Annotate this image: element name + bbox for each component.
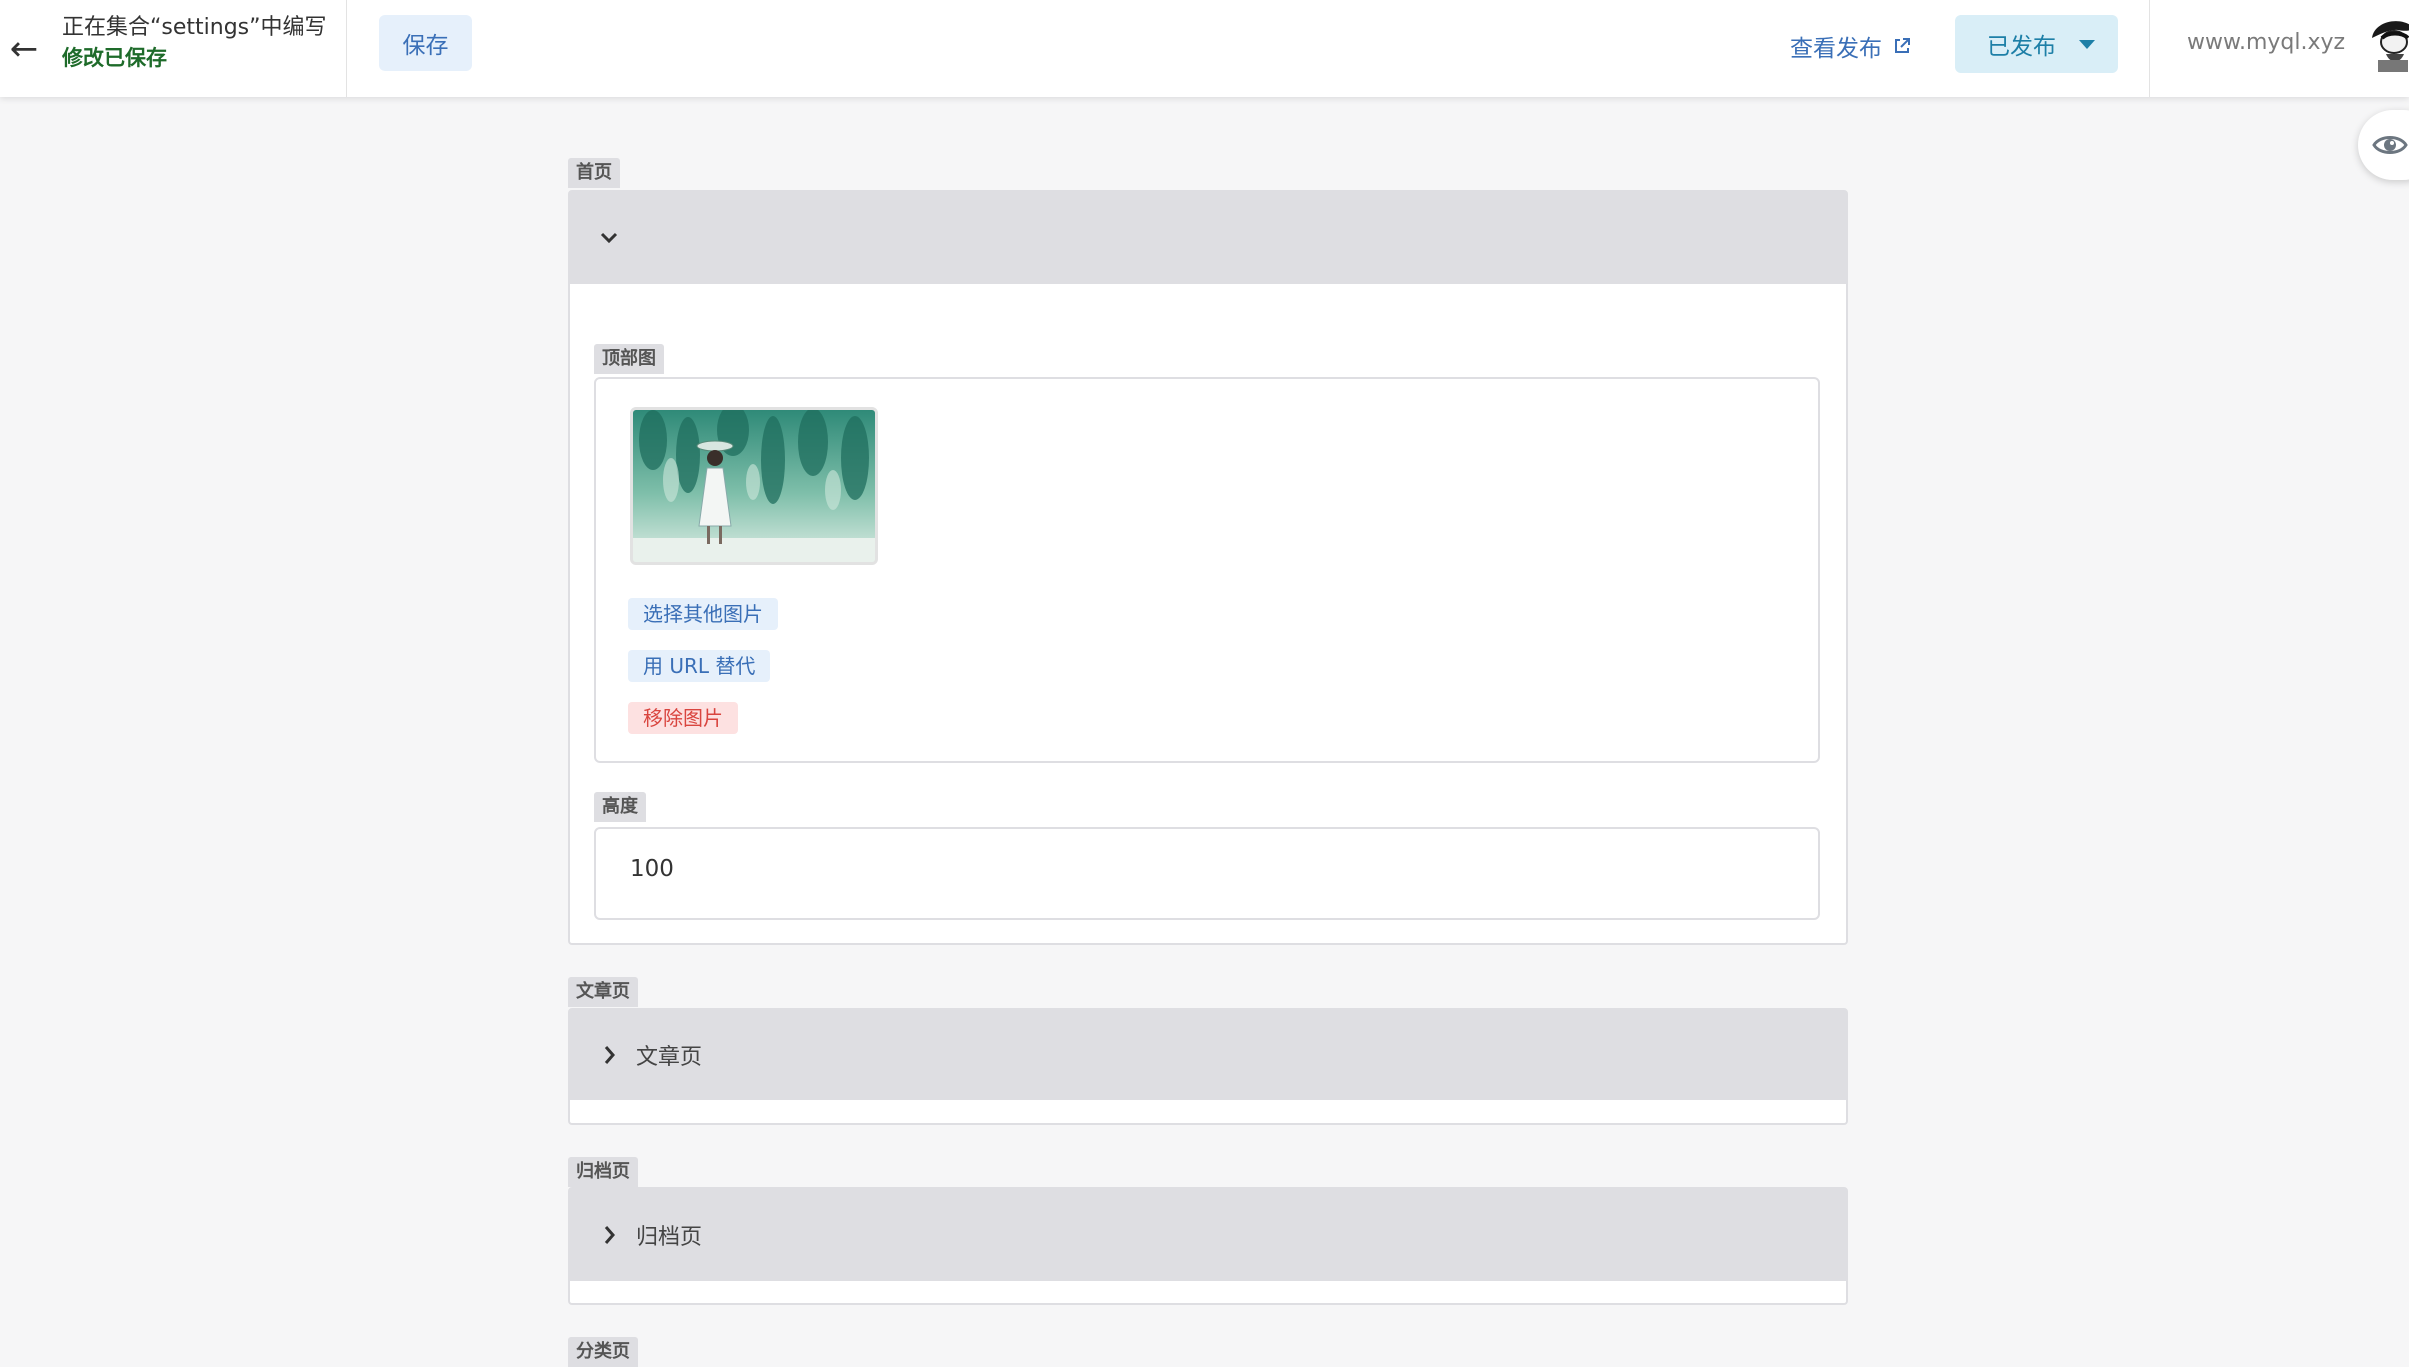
choose-other-image-button[interactable]: 选择其他图片 bbox=[628, 598, 778, 630]
remove-image-button[interactable]: 移除图片 bbox=[628, 702, 738, 734]
use-url-button[interactable]: 用 URL 替代 bbox=[628, 650, 771, 682]
back-button[interactable]: ← bbox=[0, 0, 48, 97]
published-dropdown-button[interactable]: 已发布 bbox=[1955, 15, 2118, 73]
top-bar: ← 正在集合“settings”中编写 修改已保存 保存 查看发布 已发布 ww… bbox=[0, 0, 2409, 97]
chevron-right-icon bbox=[604, 1046, 615, 1064]
edit-info: 正在集合“settings”中编写 修改已保存 bbox=[62, 14, 327, 74]
published-label: 已发布 bbox=[1987, 34, 2056, 60]
section-article-title: 文章页 bbox=[636, 1045, 703, 1070]
section-archive-title: 归档页 bbox=[636, 1225, 703, 1250]
section-home-header[interactable] bbox=[570, 192, 1846, 284]
divider bbox=[2149, 0, 2150, 97]
save-status: 修改已保存 bbox=[62, 46, 167, 70]
edit-title: 正在集合“settings”中编写 bbox=[62, 15, 327, 40]
section-tag-article: 文章页 bbox=[568, 977, 638, 1007]
arrow-left-icon: ← bbox=[9, 28, 39, 69]
banner-image-thumbnail[interactable] bbox=[630, 407, 878, 565]
view-published-link[interactable]: 查看发布 bbox=[1790, 26, 1912, 66]
site-url-link[interactable]: www.myql.xyz bbox=[2187, 30, 2345, 55]
avatar[interactable] bbox=[2368, 16, 2409, 72]
section-tag-category: 分类页 bbox=[568, 1337, 638, 1367]
preview-toggle-button[interactable] bbox=[2358, 110, 2409, 180]
banner-image bbox=[633, 410, 875, 562]
view-published-label: 查看发布 bbox=[1790, 36, 1882, 62]
section-archive-header[interactable]: 归档页 bbox=[570, 1189, 1846, 1281]
field-tag-height: 高度 bbox=[594, 792, 646, 822]
section-tag-archive: 归档页 bbox=[568, 1157, 638, 1187]
external-link-icon bbox=[1895, 38, 1910, 53]
section-article-header[interactable]: 文章页 bbox=[570, 1010, 1846, 1100]
chevron-down-icon bbox=[600, 232, 618, 244]
chevron-right-icon bbox=[604, 1226, 615, 1244]
caret-down-icon bbox=[2079, 39, 2095, 49]
eye-icon bbox=[2372, 136, 2408, 154]
divider bbox=[346, 0, 347, 97]
field-tag-banner: 顶部图 bbox=[594, 344, 664, 374]
section-article: 文章页 bbox=[568, 1008, 1848, 1125]
section-tag-home: 首页 bbox=[568, 158, 620, 188]
avatar-image bbox=[2368, 16, 2409, 72]
save-button[interactable]: 保存 bbox=[379, 15, 472, 71]
height-field[interactable] bbox=[594, 827, 1820, 920]
height-input[interactable]: 100 bbox=[630, 856, 674, 882]
section-archive: 归档页 bbox=[568, 1187, 1848, 1305]
